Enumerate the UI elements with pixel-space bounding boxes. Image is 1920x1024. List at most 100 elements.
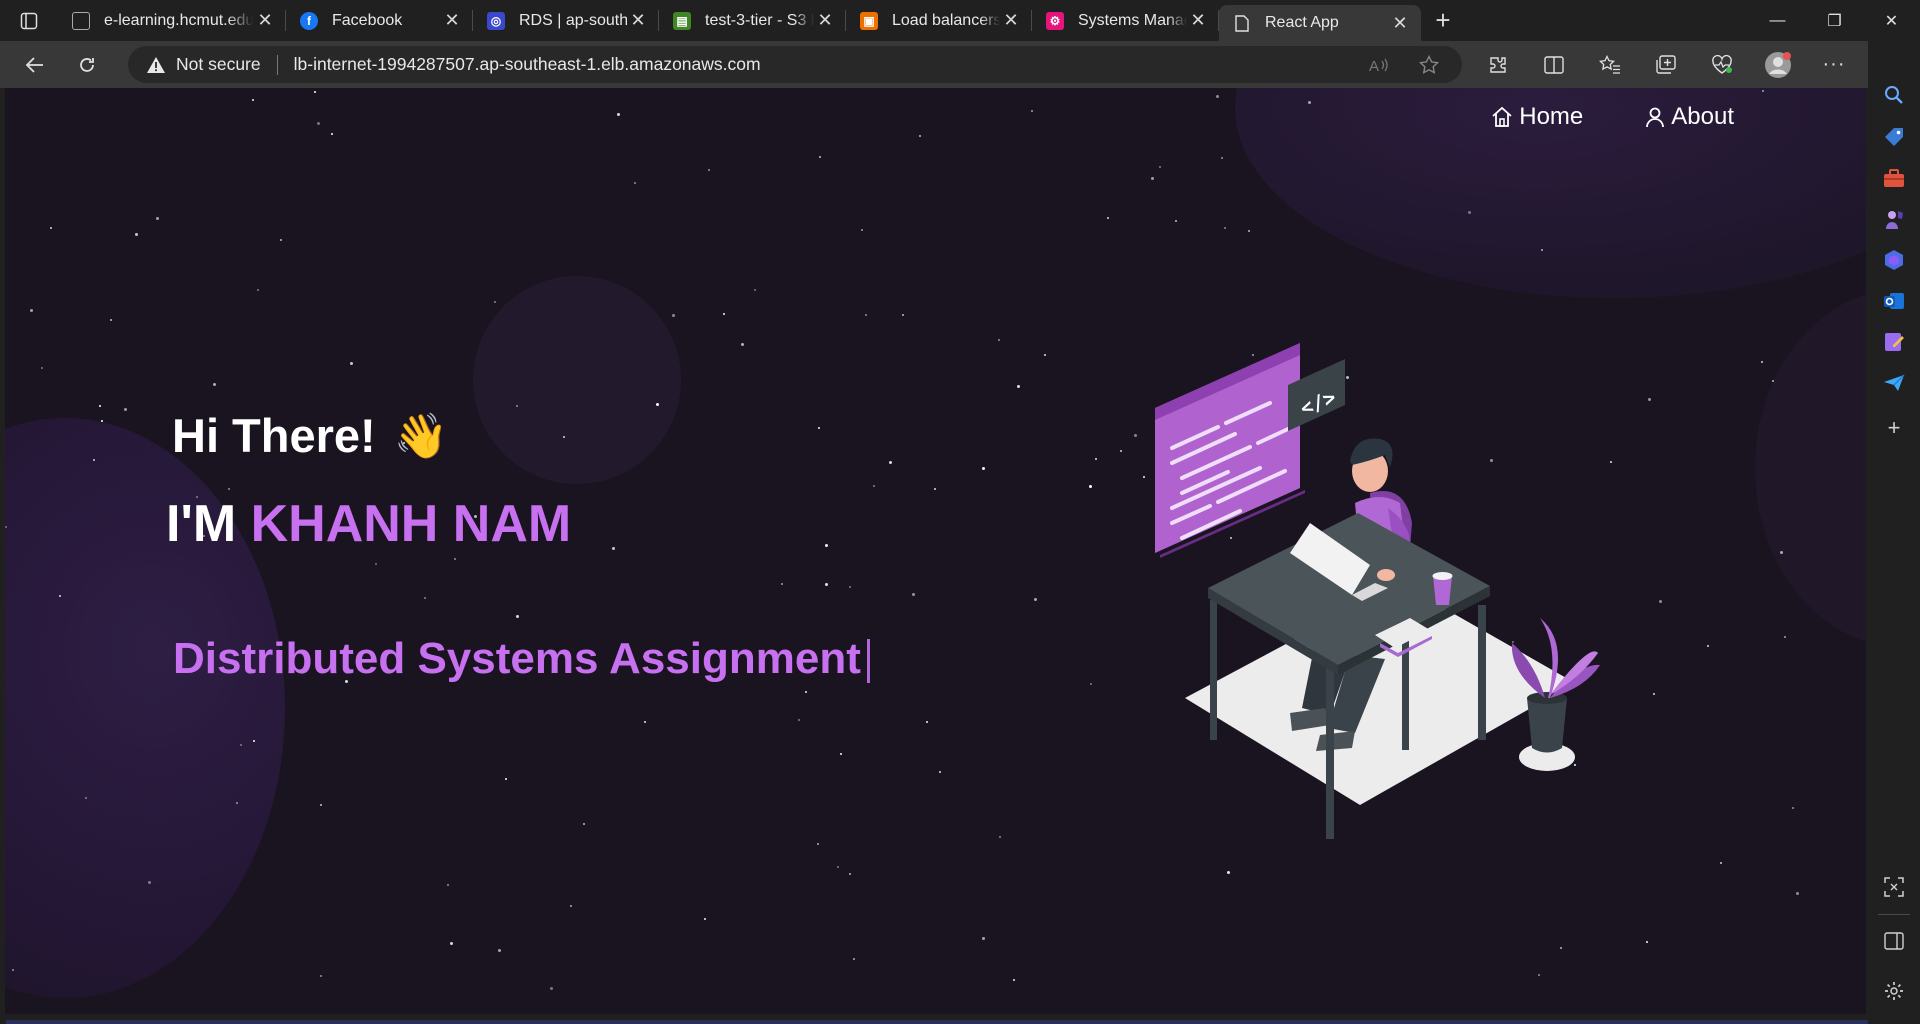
star [99,405,101,407]
star [236,802,238,804]
star [135,233,138,236]
more-menu-icon[interactable]: ··· [1806,41,1862,88]
star [818,427,820,429]
star [1120,450,1122,452]
microsoft-365-icon[interactable] [1882,248,1906,272]
browser-toolbar: Not secure lb-internet-1994287507.ap-sou… [0,41,1920,88]
tab-actions-button[interactable] [0,0,58,41]
star [1653,693,1655,695]
star [849,586,851,588]
nav-home-link[interactable]: Home [1491,103,1583,131]
star [837,866,839,868]
tools-icon[interactable] [1882,166,1906,190]
star [656,403,659,406]
extensions-icon[interactable] [1470,41,1526,88]
star [494,301,496,303]
minimize-icon[interactable]: — [1749,0,1806,41]
split-screen-icon[interactable] [1526,41,1582,88]
games-icon[interactable] [1882,207,1906,231]
star [257,289,259,291]
star [1248,230,1250,232]
star [1762,90,1764,92]
close-window-icon[interactable]: ✕ [1863,0,1920,41]
star [612,547,615,550]
address-bar-actions: A [1354,46,1454,83]
shopping-tag-icon[interactable] [1882,125,1906,149]
tab-elearning[interactable]: e-learning.hcmut.edu.vn ✕ [58,0,286,41]
star [280,239,282,241]
star [1772,380,1774,382]
aws-rds-icon: ◎ [487,11,505,30]
back-button[interactable] [9,45,61,85]
star [85,797,87,799]
browser-essentials-icon[interactable] [1694,41,1750,88]
user-icon [1646,107,1665,128]
sidebar-divider [1878,914,1910,915]
star [550,987,553,990]
star [454,558,456,560]
warning-icon[interactable] [146,56,166,74]
star [723,313,725,315]
star [110,319,112,321]
tab-rds[interactable]: ◎ RDS | ap-southeast-1 ✕ [473,0,659,41]
star [1792,807,1794,809]
star [865,314,867,316]
star [1538,974,1540,976]
screenshot-icon[interactable] [1882,875,1906,899]
nav-about-label: About [1671,103,1734,130]
tab-facebook[interactable]: f Facebook ✕ [286,0,473,41]
tab-react-app[interactable]: React App ✕ [1219,5,1421,41]
star [93,459,95,461]
star [919,135,921,137]
close-icon[interactable]: ✕ [1389,13,1411,34]
new-tab-button[interactable]: + [1421,5,1465,36]
outlook-icon[interactable] [1882,289,1906,313]
star [798,719,800,721]
close-icon[interactable]: ✕ [1000,10,1022,31]
favorites-icon[interactable] [1582,41,1638,88]
refresh-button[interactable] [61,45,113,85]
star [825,583,828,586]
designer-icon[interactable] [1882,330,1906,354]
read-aloud-icon[interactable]: A [1354,56,1404,74]
tab-s3[interactable]: ▤ test-3-tier - S3 bucket ✕ [659,0,846,41]
star [1031,110,1033,112]
hide-sidebar-icon[interactable] [1882,929,1906,953]
address-bar[interactable]: Not secure lb-internet-1994287507.ap-sou… [128,46,1462,83]
star [1034,598,1037,601]
star [849,873,851,875]
star [59,595,61,597]
star [781,583,783,585]
favorite-star-icon[interactable] [1404,54,1454,75]
aws-ssm-icon: ⚙ [1046,11,1064,30]
tab-systems-manager[interactable]: ⚙ Systems Manager | ap- ✕ [1032,0,1219,41]
star [350,362,353,365]
collections-icon[interactable] [1638,41,1694,88]
settings-gear-icon[interactable] [1882,979,1906,1003]
svg-text:A: A [1369,58,1379,74]
restore-icon[interactable]: ❐ [1806,0,1863,41]
send-icon[interactable] [1882,371,1906,395]
search-icon[interactable] [1882,83,1906,107]
close-icon[interactable]: ✕ [254,10,276,31]
star [252,99,254,101]
close-icon[interactable]: ✕ [441,10,463,31]
tab-title: Load balancers | EC2 | [892,11,1000,29]
star [741,343,744,346]
nav-about-link[interactable]: About [1645,103,1734,131]
close-icon[interactable]: ✕ [814,10,836,31]
profile-avatar[interactable] [1750,41,1806,88]
star [1013,979,1015,981]
security-status[interactable]: Not secure [176,54,261,75]
tab-load-balancers[interactable]: ▣ Load balancers | EC2 | ✕ [846,0,1032,41]
add-icon[interactable]: + [1882,415,1906,440]
close-icon[interactable]: ✕ [1187,10,1209,31]
star [617,113,620,116]
url-text[interactable]: lb-internet-1994287507.ap-southeast-1.el… [294,54,761,75]
star [1780,551,1783,554]
tab-title: RDS | ap-southeast-1 [519,11,627,29]
star [50,227,52,229]
star [320,804,322,806]
star [939,771,941,773]
close-icon[interactable]: ✕ [627,10,649,31]
